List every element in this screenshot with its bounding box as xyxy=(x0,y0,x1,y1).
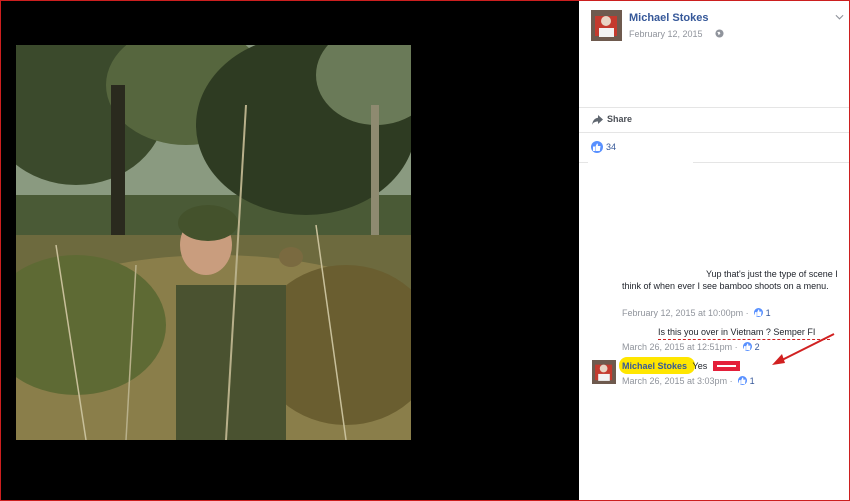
author-avatar[interactable] xyxy=(591,10,622,41)
reply-author-avatar[interactable] xyxy=(592,360,616,384)
chevron-down-icon[interactable] xyxy=(835,14,844,20)
annotation-redaction-box xyxy=(713,361,740,371)
divider xyxy=(579,132,849,133)
photo-viewer xyxy=(1,1,579,500)
reply-comment: Michael Stokes Yes xyxy=(622,360,707,372)
like-icon xyxy=(743,342,753,351)
redacted-area xyxy=(588,161,693,246)
likes-summary[interactable]: 34 xyxy=(579,139,849,157)
commenter-avatar-redacted xyxy=(588,266,616,294)
post-date[interactable]: February 12, 2015 xyxy=(629,29,703,39)
post-photo[interactable] xyxy=(16,45,411,440)
globe-icon xyxy=(715,29,724,38)
comment-like-count[interactable]: 1 xyxy=(766,308,771,318)
comment-meta: March 26, 2015 at 3:03pm · 1 xyxy=(622,376,755,386)
comment-meta: March 26, 2015 at 12:51pm · 2 xyxy=(622,342,760,352)
annotation-arrow xyxy=(772,333,835,365)
share-label: Share xyxy=(607,114,633,124)
comment-text: Yup that's just the type of scene I thin… xyxy=(622,269,838,291)
comment-timestamp[interactable]: March 26, 2015 at 12:51pm xyxy=(622,342,732,352)
reply-text: Yes xyxy=(692,361,708,371)
comment-like-count[interactable]: 2 xyxy=(755,342,760,352)
author-name-link[interactable]: Michael Stokes xyxy=(629,12,708,24)
reply-author-name[interactable]: Michael Stokes xyxy=(622,361,687,371)
post-header: Michael Stokes February 12, 2015 xyxy=(579,1,849,107)
divider xyxy=(579,107,849,108)
share-button[interactable]: Share xyxy=(579,109,849,131)
like-icon xyxy=(591,141,603,153)
comment-meta: February 12, 2015 at 10:00pm · 1 xyxy=(622,308,771,318)
like-icon xyxy=(738,376,748,385)
like-count: 34 xyxy=(606,142,617,152)
comment-like-count[interactable]: 1 xyxy=(750,376,755,386)
comment-timestamp[interactable]: March 26, 2015 at 3:03pm xyxy=(622,376,727,386)
photo-image xyxy=(16,45,411,440)
post-details-panel: Michael Stokes February 12, 2015 Share 3… xyxy=(579,1,849,500)
like-icon xyxy=(754,308,764,317)
comment-timestamp[interactable]: February 12, 2015 at 10:00pm xyxy=(622,308,743,318)
share-icon xyxy=(592,115,603,125)
